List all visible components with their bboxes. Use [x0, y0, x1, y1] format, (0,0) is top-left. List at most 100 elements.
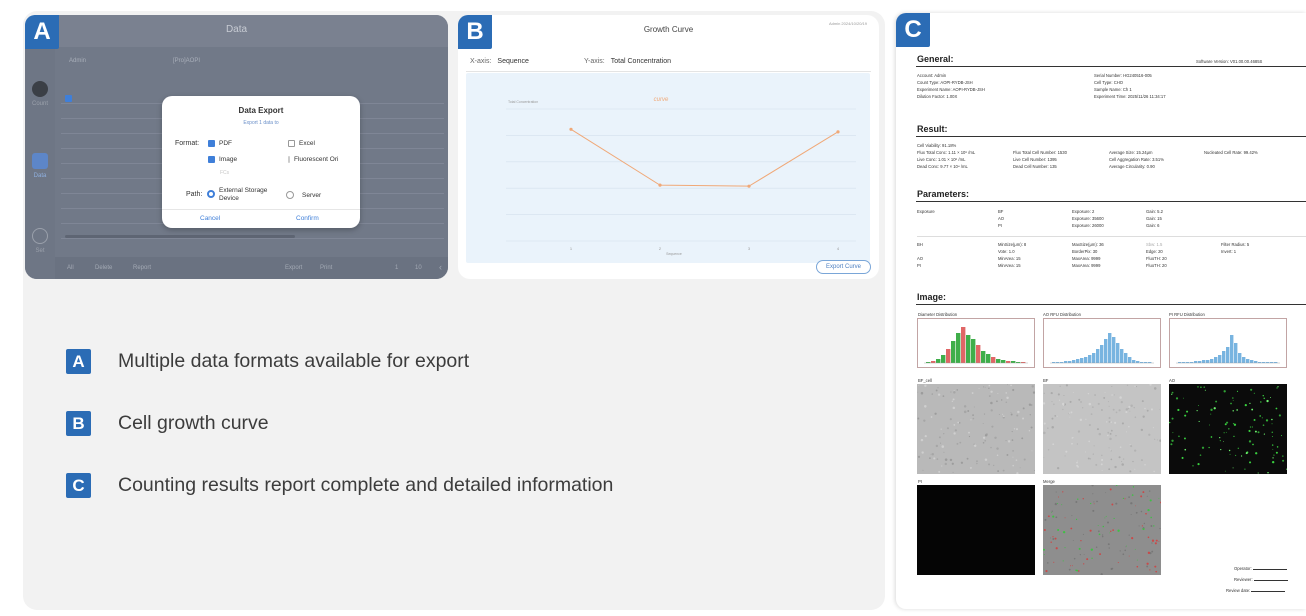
cell-dot	[960, 461, 964, 464]
cell-dot	[956, 442, 959, 445]
image-checkbox[interactable]	[208, 156, 215, 163]
format-pdf-option[interactable]: PDF	[208, 140, 232, 147]
export-footer-button[interactable]: Export	[285, 265, 302, 271]
select-all-button[interactable]: All	[67, 265, 74, 271]
cell-dot	[1076, 461, 1078, 464]
y-axis-selector[interactable]: Y-axis: Total Concentration	[584, 58, 671, 65]
sidebar-item-data[interactable]: Data	[25, 173, 55, 179]
prev-page-icon[interactable]: ‹	[439, 262, 442, 272]
sidebar-item-count[interactable]: Count	[25, 101, 55, 107]
external-storage-radio[interactable]	[207, 190, 215, 198]
report-button[interactable]: Report	[133, 265, 151, 271]
cell-dot	[1103, 396, 1106, 399]
table-scrollbar[interactable]	[65, 235, 295, 238]
cell-dot	[1000, 399, 1003, 401]
cell-dot	[938, 436, 941, 439]
sidebar-item-set[interactable]: Set	[25, 248, 55, 254]
excel-checkbox[interactable]	[288, 140, 295, 147]
cell-dot	[1140, 459, 1143, 462]
selected-row-checkbox[interactable]	[65, 95, 72, 102]
cell-dot	[1016, 414, 1019, 417]
cell-dot	[1104, 517, 1106, 519]
cell-dot	[931, 393, 933, 395]
dialog-subtitle: Export 1 data to	[243, 120, 279, 126]
cell-dot	[984, 439, 987, 442]
cell-dot	[983, 386, 985, 388]
cell-dot	[1237, 447, 1239, 450]
cancel-button[interactable]: Cancel	[200, 215, 220, 222]
cell-dot	[1130, 502, 1133, 505]
fluorescent-checkbox[interactable]	[288, 156, 290, 163]
histogram-bar	[1116, 343, 1120, 363]
cell-dot	[1062, 530, 1066, 534]
cell-dot	[953, 424, 956, 426]
cell-dot	[1052, 538, 1055, 541]
cell-dot	[1144, 463, 1146, 466]
cell-dot	[1267, 472, 1269, 474]
server-radio[interactable]	[286, 191, 294, 199]
merge-image	[1043, 484, 1162, 576]
cell-dot	[1073, 557, 1076, 560]
user-label: Admin	[69, 58, 87, 64]
format-excel-option[interactable]: Excel	[288, 140, 315, 147]
x-axis-value[interactable]: Sequence	[497, 58, 529, 65]
cell-dot	[1117, 562, 1119, 564]
cell-dot	[1072, 565, 1073, 567]
cell-dot	[1208, 446, 1210, 449]
cell-dot	[1223, 390, 1226, 393]
x-tick-label: 3	[748, 246, 751, 251]
bf-image	[1042, 383, 1162, 474]
cell-dot	[1087, 392, 1090, 395]
cell-dot	[1051, 401, 1053, 403]
cell-dot	[1271, 460, 1275, 464]
reviewer-signature: Reviewer:	[1234, 577, 1288, 582]
hist-title-pi: PI RFU Distribution	[1169, 312, 1205, 317]
path-server-option[interactable]: Server	[286, 191, 321, 199]
delete-button[interactable]: Delete	[95, 265, 112, 271]
format-image-option[interactable]: Image	[208, 156, 237, 163]
cell-dot	[1052, 536, 1054, 538]
cell-dot	[1276, 446, 1279, 448]
cell-dot	[1099, 553, 1101, 556]
general-heading: General:	[917, 54, 954, 64]
cell-dot	[946, 427, 949, 430]
path-external-option[interactable]: External Storage Device	[207, 187, 271, 203]
histogram-bar	[1120, 349, 1124, 363]
format-fluorescent-option[interactable]: Fluorescent Ori	[288, 156, 338, 163]
format-fcs-option[interactable]: FCs	[220, 170, 229, 176]
settings-nav-icon[interactable]	[32, 228, 48, 244]
cell-dot	[1092, 509, 1095, 512]
cell-dot	[1102, 525, 1105, 528]
cell-dot	[1095, 546, 1098, 548]
cell-dot	[924, 384, 927, 387]
cell-dot	[1090, 413, 1093, 416]
cell-dot	[1108, 405, 1110, 407]
cell-dot	[1118, 409, 1121, 412]
cell-dot	[1007, 440, 1011, 443]
cell-dot	[940, 428, 942, 430]
cell-dot	[1128, 496, 1130, 498]
cell-dot	[993, 464, 995, 467]
cell-dot	[1228, 428, 1230, 430]
cell-dot	[1106, 421, 1108, 423]
export-curve-button[interactable]: Export Curve	[815, 260, 871, 274]
cell-dot	[940, 442, 942, 444]
data-point	[658, 183, 662, 187]
cell-dot	[1057, 503, 1059, 505]
pdf-checkbox[interactable]	[208, 140, 215, 147]
confirm-button[interactable]: Confirm	[296, 215, 319, 222]
cell-dot	[1021, 437, 1024, 440]
print-button[interactable]: Print	[320, 265, 332, 271]
cell-dot	[917, 417, 920, 420]
data-nav-icon[interactable]	[32, 153, 48, 169]
y-axis-value[interactable]: Total Concentration	[611, 58, 671, 65]
curve-titlebar: Growth Curve Admin 2024/10/20/19	[458, 15, 879, 45]
cell-dot	[1251, 408, 1254, 411]
count-nav-icon[interactable]	[32, 81, 48, 97]
cell-dot	[1104, 392, 1106, 393]
cell-dot	[1096, 428, 1100, 431]
x-axis-selector[interactable]: X-axis: Sequence	[470, 58, 529, 65]
cell-dot	[1122, 553, 1125, 556]
cell-dot	[1128, 555, 1130, 557]
cell-dot	[1232, 422, 1235, 425]
